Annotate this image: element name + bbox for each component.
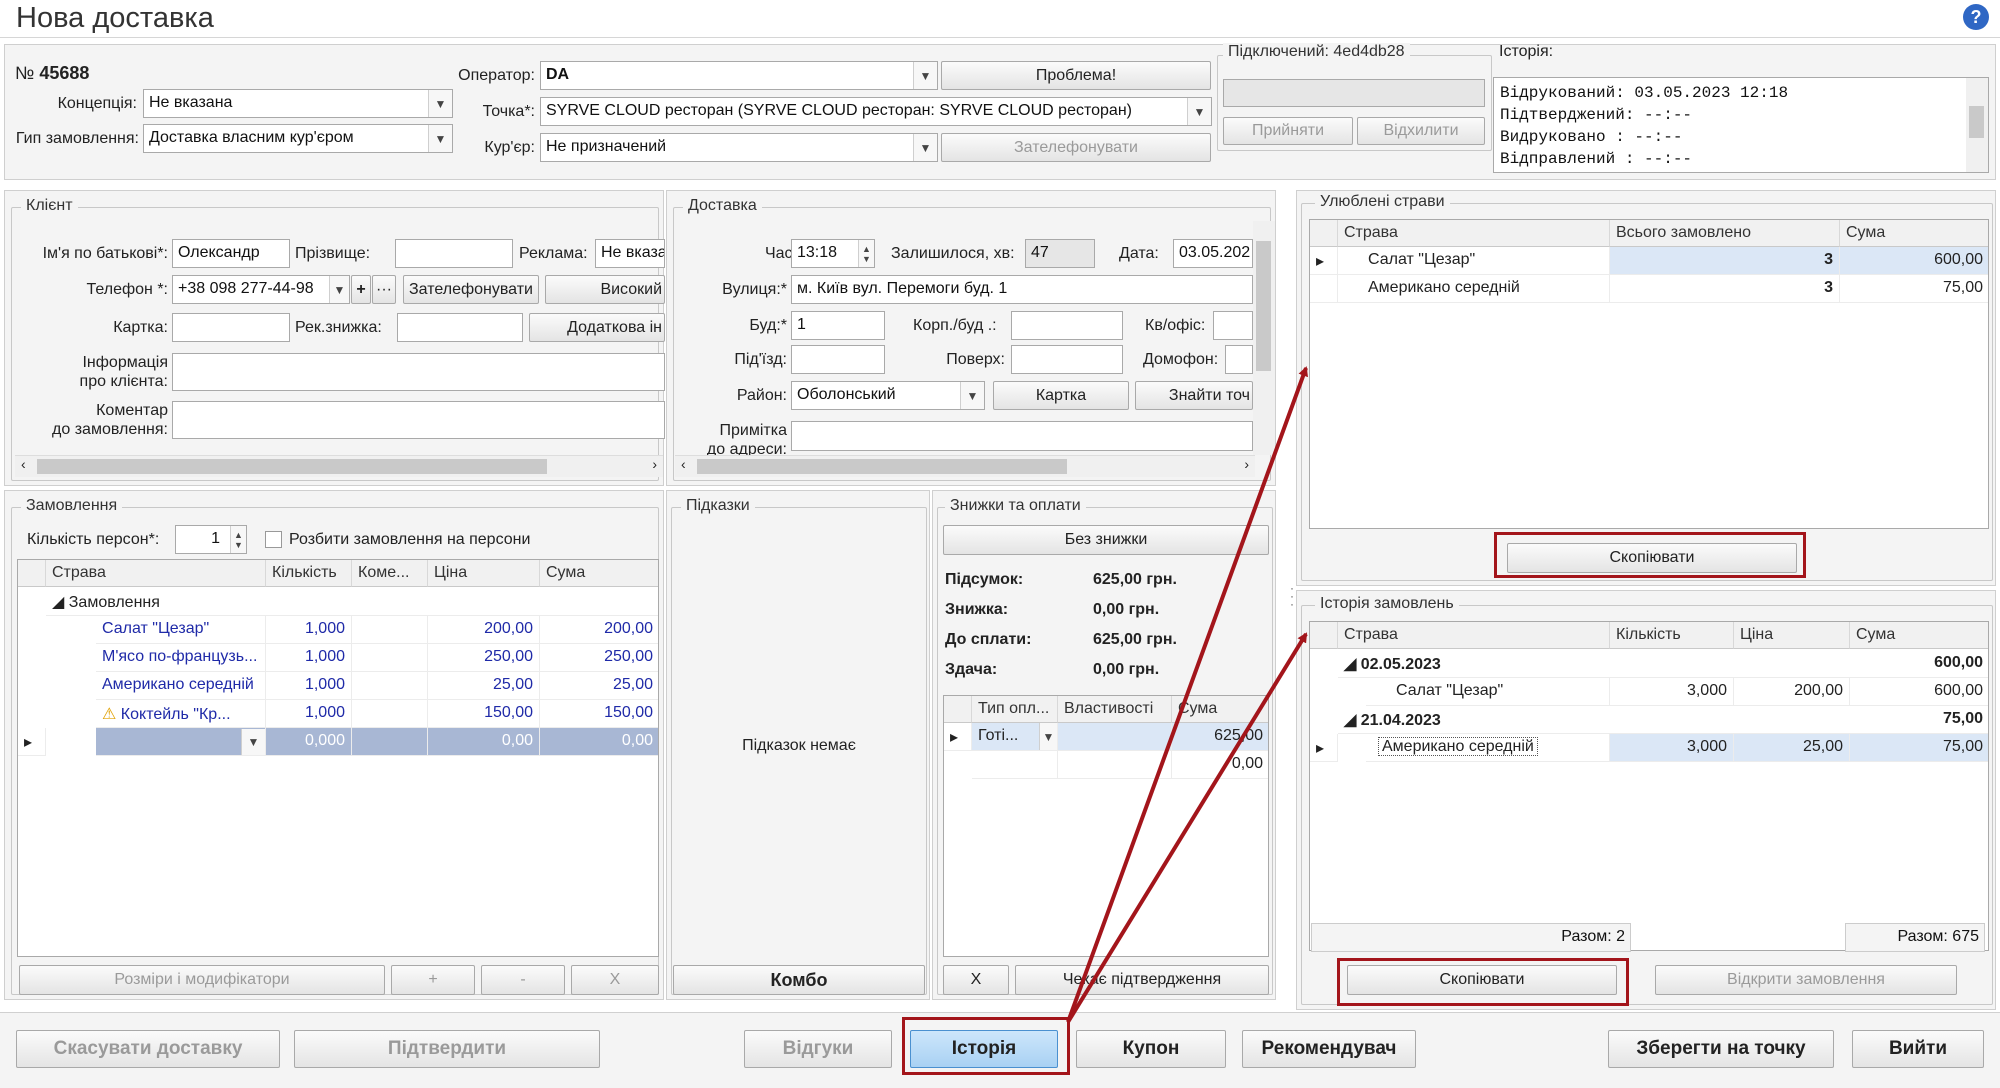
annotation-arrows [1066, 366, 1308, 1024]
